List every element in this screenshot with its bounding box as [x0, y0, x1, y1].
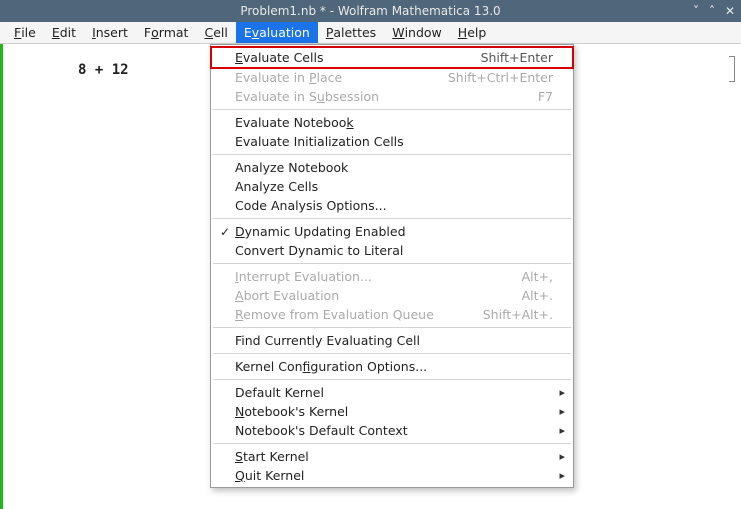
- menu-item-code-analysis-options[interactable]: Code Analysis Options...: [211, 196, 573, 215]
- menu-item-notebook-s-kernel[interactable]: Notebook's Kernel ▸: [211, 402, 573, 421]
- menu-item-dynamic-updating-enabled[interactable]: ✓Dynamic Updating Enabled: [211, 222, 573, 241]
- menu-item-label: Code Analysis Options...: [235, 198, 533, 213]
- menu-evaluation[interactable]: Evaluation: [236, 22, 318, 43]
- window-close-icon[interactable]: ✕: [725, 5, 735, 17]
- menu-item-label: Abort Evaluation: [235, 288, 502, 303]
- window-maximize-icon[interactable]: ˄: [709, 5, 715, 17]
- menubar: FileEditInsertFormatCellEvaluationPalett…: [0, 22, 741, 44]
- menu-item-evaluate-initialization-cells[interactable]: Evaluate Initialization Cells: [211, 132, 573, 151]
- menu-help[interactable]: Help: [450, 22, 495, 43]
- menu-item-evaluate-cells[interactable]: Evaluate CellsShift+Enter: [211, 47, 573, 68]
- menu-item-quit-kernel[interactable]: Quit Kernel ▸: [211, 466, 573, 485]
- menu-item-default-kernel[interactable]: Default Kernel ▸: [211, 383, 573, 402]
- menu-item-evaluate-in-subsession: Evaluate in SubsessionF7: [211, 87, 573, 106]
- submenu-arrow-icon: ▸: [553, 469, 565, 482]
- menu-item-start-kernel[interactable]: Start Kernel ▸: [211, 447, 573, 466]
- menu-separator: [213, 218, 571, 219]
- submenu-arrow-icon: ▸: [553, 405, 565, 418]
- menu-item-analyze-cells[interactable]: Analyze Cells: [211, 177, 573, 196]
- menu-item-accelerator: Shift+Enter: [461, 50, 553, 65]
- menu-separator: [213, 327, 571, 328]
- menu-item-convert-dynamic-to-literal[interactable]: Convert Dynamic to Literal: [211, 241, 573, 260]
- menu-item-abort-evaluation: Abort EvaluationAlt+.: [211, 286, 573, 305]
- menu-separator: [213, 154, 571, 155]
- menu-cell[interactable]: Cell: [196, 22, 235, 43]
- menu-item-label: Quit Kernel: [235, 468, 533, 483]
- menu-item-analyze-notebook[interactable]: Analyze Notebook: [211, 158, 573, 177]
- menu-item-label: Analyze Notebook: [235, 160, 533, 175]
- window-title: Problem1.nb * - Wolfram Mathematica 13.0: [0, 4, 741, 18]
- menu-item-label: Notebook's Default Context: [235, 423, 533, 438]
- menu-item-label: Start Kernel: [235, 449, 533, 464]
- menu-item-accelerator: Alt+.: [502, 288, 553, 303]
- menu-item-label: Notebook's Kernel: [235, 404, 533, 419]
- menu-item-label: Find Currently Evaluating Cell: [235, 333, 533, 348]
- menu-separator: [213, 263, 571, 264]
- menu-item-label: Convert Dynamic to Literal: [235, 243, 533, 258]
- menu-format[interactable]: Format: [136, 22, 197, 43]
- menu-item-label: Evaluate in Subsession: [235, 89, 518, 104]
- menu-item-accelerator: F7: [518, 89, 553, 104]
- submenu-arrow-icon: ▸: [553, 386, 565, 399]
- menu-item-label: Interrupt Evaluation...: [235, 269, 502, 284]
- menu-insert[interactable]: Insert: [84, 22, 136, 43]
- left-edge-strip: [0, 44, 3, 509]
- input-cell[interactable]: 8 + 12: [78, 62, 129, 78]
- menu-window[interactable]: Window: [384, 22, 450, 43]
- menu-item-label: Remove from Evaluation Queue: [235, 307, 463, 322]
- window-titlebar: Problem1.nb * - Wolfram Mathematica 13.0…: [0, 0, 741, 22]
- menu-item-evaluate-in-place: Evaluate in PlaceShift+Ctrl+Enter: [211, 68, 573, 87]
- window-controls: ˅ ˄ ✕: [693, 5, 735, 17]
- menu-item-accelerator: Shift+Alt+.: [463, 307, 553, 322]
- menu-separator: [213, 379, 571, 380]
- cell-bracket[interactable]: [729, 56, 735, 82]
- menu-item-accelerator: Alt+,: [502, 269, 553, 284]
- menu-separator: [213, 109, 571, 110]
- menu-item-label: Evaluate Cells: [235, 50, 461, 65]
- menu-item-label: Default Kernel: [235, 385, 533, 400]
- menu-separator: [213, 443, 571, 444]
- menu-item-find-currently-evaluating-cell[interactable]: Find Currently Evaluating Cell: [211, 331, 573, 350]
- menu-separator: [213, 353, 571, 354]
- menu-item-label: Evaluate Initialization Cells: [235, 134, 533, 149]
- menu-item-label: Evaluate in Place: [235, 70, 428, 85]
- menu-item-remove-from-evaluation-queue: Remove from Evaluation QueueShift+Alt+.: [211, 305, 573, 324]
- menu-item-label: Kernel Configuration Options...: [235, 359, 533, 374]
- window-minimize-icon[interactable]: ˅: [693, 5, 699, 17]
- menu-item-accelerator: Shift+Ctrl+Enter: [428, 70, 553, 85]
- menu-item-kernel-configuration-options[interactable]: Kernel Configuration Options...: [211, 357, 573, 376]
- menu-check-icon: ✓: [215, 225, 235, 239]
- menu-edit[interactable]: Edit: [44, 22, 84, 43]
- menu-file[interactable]: File: [6, 22, 44, 43]
- evaluation-menu-dropdown: Evaluate CellsShift+EnterEvaluate in Pla…: [210, 44, 574, 488]
- submenu-arrow-icon: ▸: [553, 424, 565, 437]
- menu-item-evaluate-notebook[interactable]: Evaluate Notebook: [211, 113, 573, 132]
- menu-item-notebook-s-default-context[interactable]: Notebook's Default Context ▸: [211, 421, 573, 440]
- submenu-arrow-icon: ▸: [553, 450, 565, 463]
- menu-item-label: Dynamic Updating Enabled: [235, 224, 533, 239]
- menu-item-interrupt-evaluation: Interrupt Evaluation...Alt+,: [211, 267, 573, 286]
- menu-item-label: Evaluate Notebook: [235, 115, 533, 130]
- menu-palettes[interactable]: Palettes: [318, 22, 384, 43]
- menu-item-label: Analyze Cells: [235, 179, 533, 194]
